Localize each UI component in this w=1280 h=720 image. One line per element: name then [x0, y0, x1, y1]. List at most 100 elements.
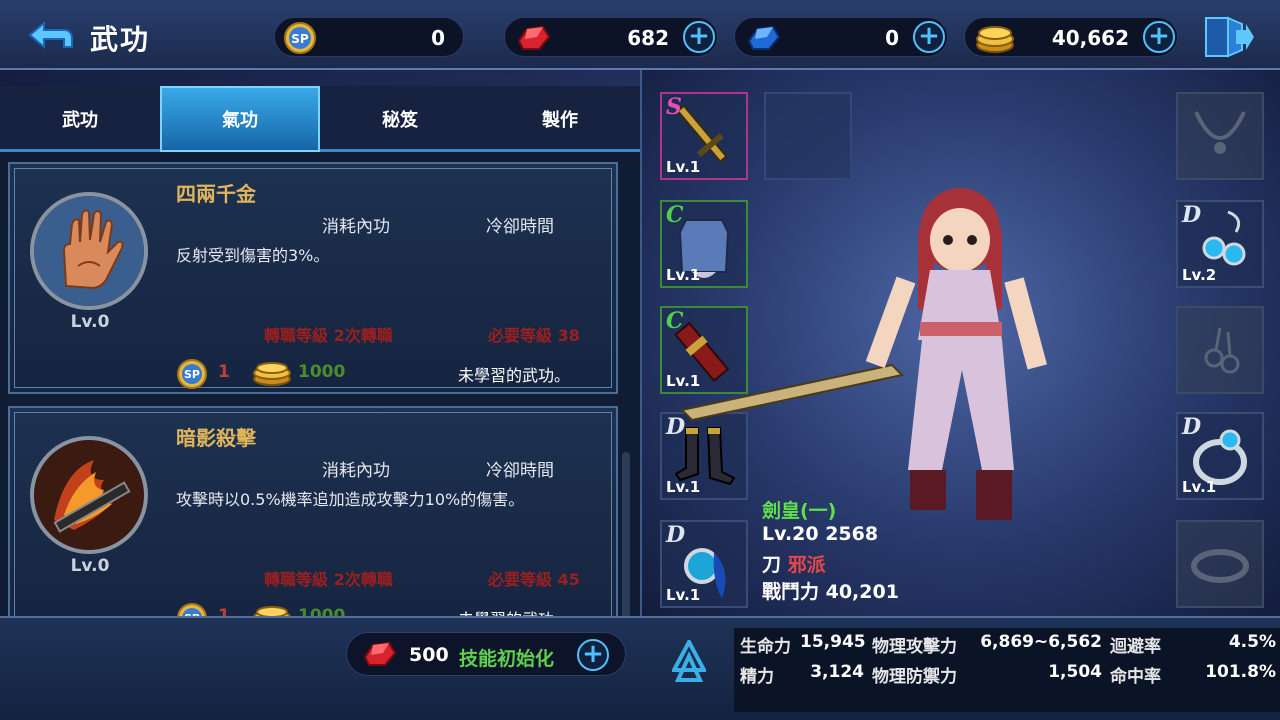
sapphire-currency: 0 + [734, 17, 948, 57]
skill-card[interactable]: Lv.0 四兩千金 消耗內功 冷卻時間 反射受到傷害的3%。 轉職等級 2次轉職… [8, 162, 618, 394]
page-title: 武功 [90, 23, 151, 56]
ruby-value: 682 [627, 26, 669, 50]
equip-slot-weapon[interactable]: S Lv.1 [660, 92, 748, 180]
character-level: Lv.20 2568 [762, 523, 879, 545]
ruby-currency: 682 + [504, 17, 718, 57]
skill-reset-bar: 500 技能初始化 + [346, 632, 626, 676]
skill-status: 未學習的武功。 [458, 366, 571, 385]
add-gold-button[interactable]: + [1143, 21, 1175, 53]
flaming-blade-icon [30, 436, 148, 554]
bottom-bar: 500 技能初始化 + 生命力 15,945 物理攻擊力 6,869~6,562… [0, 616, 1280, 720]
stat-label: 物理防禦力 [872, 667, 957, 687]
equip-slot-earring[interactable]: D Lv.2 [1176, 200, 1264, 288]
skill-description: 反射受到傷害的3%。 [176, 246, 330, 265]
sp-value: 0 [431, 26, 445, 50]
stats-row: 精力 3,124 物理防禦力 1,504 命中率 101.8% [734, 658, 1280, 688]
tab-crafting[interactable]: 製作 [480, 86, 640, 152]
skill-name: 暗影殺擊 [176, 426, 256, 450]
grade-label: S [666, 94, 682, 120]
skill-name: 四兩千金 [176, 182, 256, 206]
skill-reset-label: 技能初始化 [459, 648, 555, 670]
skill-cooldown-header: 冷卻時間 [486, 217, 554, 237]
skill-cost-header: 消耗內功 [322, 217, 390, 237]
reset-cost: 500 [409, 644, 449, 666]
stat-label: 生命力 [740, 637, 791, 657]
add-ruby-button[interactable]: + [683, 21, 715, 53]
skill-list-scrollbar[interactable] [622, 452, 630, 616]
skill-list[interactable]: Lv.0 四兩千金 消耗內功 冷卻時間 反射受到傷害的3%。 轉職等級 2次轉職… [0, 152, 640, 616]
ruby-icon [517, 25, 551, 50]
equip-slot-necklace[interactable] [1176, 92, 1264, 180]
tab-secret-manual[interactable]: 秘笈 [320, 86, 480, 152]
sapphire-icon [747, 25, 781, 50]
skill-gold-cost: 1000 [298, 362, 346, 382]
svg-text:SP: SP [291, 32, 309, 46]
ruby-icon [363, 641, 397, 666]
gold-value: 40,662 [1051, 26, 1129, 50]
skill-sp-cost: 1 [218, 362, 230, 382]
character-power: 戰鬥力 40,201 [762, 581, 899, 603]
add-sapphire-button[interactable]: + [913, 21, 945, 53]
sapphire-value: 0 [885, 26, 899, 50]
skill-status: 未學習的武功。 [458, 606, 570, 616]
skill-reset-button[interactable]: + [577, 639, 609, 671]
gold-coins-icon [253, 362, 291, 386]
bracelet-icon [1191, 549, 1249, 583]
necklace-icon [1194, 111, 1246, 154]
tab-martial-arts[interactable]: 武功 [0, 86, 160, 152]
tab-qigong[interactable]: 氣功 [160, 86, 320, 152]
grade-label: D [1182, 414, 1202, 440]
stat-label: 精力 [740, 667, 774, 687]
skill-cooldown-header: 冷卻時間 [486, 461, 554, 481]
skill-description: 攻擊時以0.5%機率追加造成攻擊力10%的傷害。 [176, 490, 525, 509]
equip-slot-bracelet[interactable] [1176, 520, 1264, 608]
skill-level: Lv.0 [70, 312, 110, 332]
top-bar: 武功 SP 0 682 + 0 + 40,662 + [0, 0, 1280, 70]
rank-up-icon[interactable] [672, 640, 706, 686]
skill-card[interactable]: Lv.0 暗影殺擊 消耗內功 冷卻時間 攻擊時以0.5%機率追加造成攻擊力10%… [8, 406, 618, 616]
stat-label: 物理攻擊力 [872, 637, 957, 657]
stats-table: 生命力 15,945 物理攻擊力 6,869~6,562 迴避率 4.5% 精力… [734, 628, 1280, 712]
equip-slot-earring-2[interactable] [1176, 306, 1264, 394]
skill-level-requirement: 必要等級 38 [488, 326, 580, 345]
skill-level-requirement: 必要等級 45 [488, 570, 580, 589]
skill-sp-cost: 1 [218, 606, 230, 616]
back-arrow-icon[interactable] [24, 16, 78, 54]
equip-slot-empty[interactable] [764, 92, 852, 180]
grade-label: D [1182, 202, 1202, 228]
character-info: 劍皇(一) Lv.20 2568 刀 邪派 戰鬥力 40,201 [762, 496, 899, 604]
skill-cost-header: 消耗內功 [322, 461, 390, 481]
svg-text:SP: SP [184, 368, 200, 381]
stat-label: 命中率 [1110, 667, 1161, 687]
gold-coins-icon [253, 606, 291, 616]
slot-level: Lv.2 [1182, 266, 1217, 284]
exit-door-icon[interactable] [1202, 14, 1254, 60]
stat-value: 4.5% [1228, 632, 1276, 652]
skill-job-requirement: 轉職等級 2次轉職 [264, 570, 393, 589]
skill-level: Lv.0 [70, 556, 110, 576]
skill-tabs: 武功 氣功 秘笈 製作 [0, 86, 640, 152]
sp-currency: SP 0 [274, 17, 464, 57]
gold-currency: 40,662 + [964, 17, 1178, 57]
sp-coin-icon: SP [177, 603, 207, 616]
slot-level: Lv.1 [666, 586, 701, 604]
stat-value: 6,869~6,562 [980, 632, 1102, 652]
stat-value: 1,504 [1048, 662, 1102, 682]
stats-row: 生命力 15,945 物理攻擊力 6,869~6,562 迴避率 4.5% [734, 628, 1280, 658]
skill-gold-cost: 1000 [298, 606, 346, 616]
slot-level: Lv.1 [1182, 478, 1217, 496]
character-panel: S Lv.1 C Lv.1 C Lv.1 D Lv.1 D Lv.1 D Lv.… [640, 70, 1280, 616]
stat-label: 迴避率 [1110, 637, 1161, 657]
stat-value: 15,945 [800, 632, 866, 652]
character-weapon-type: 刀 [762, 554, 782, 576]
sp-coin-icon: SP [284, 22, 316, 54]
earring-icon [1204, 327, 1240, 374]
stat-value: 3,124 [810, 662, 864, 682]
gold-coins-icon [976, 26, 1014, 53]
skill-job-requirement: 轉職等級 2次轉職 [264, 326, 393, 345]
palm-icon [30, 192, 148, 310]
stat-value: 101.8% [1205, 662, 1276, 682]
equip-slot-ring[interactable]: D Lv.1 [1176, 412, 1264, 500]
character-faction: 邪派 [787, 554, 826, 576]
character-job: 劍皇(一) [762, 500, 837, 522]
